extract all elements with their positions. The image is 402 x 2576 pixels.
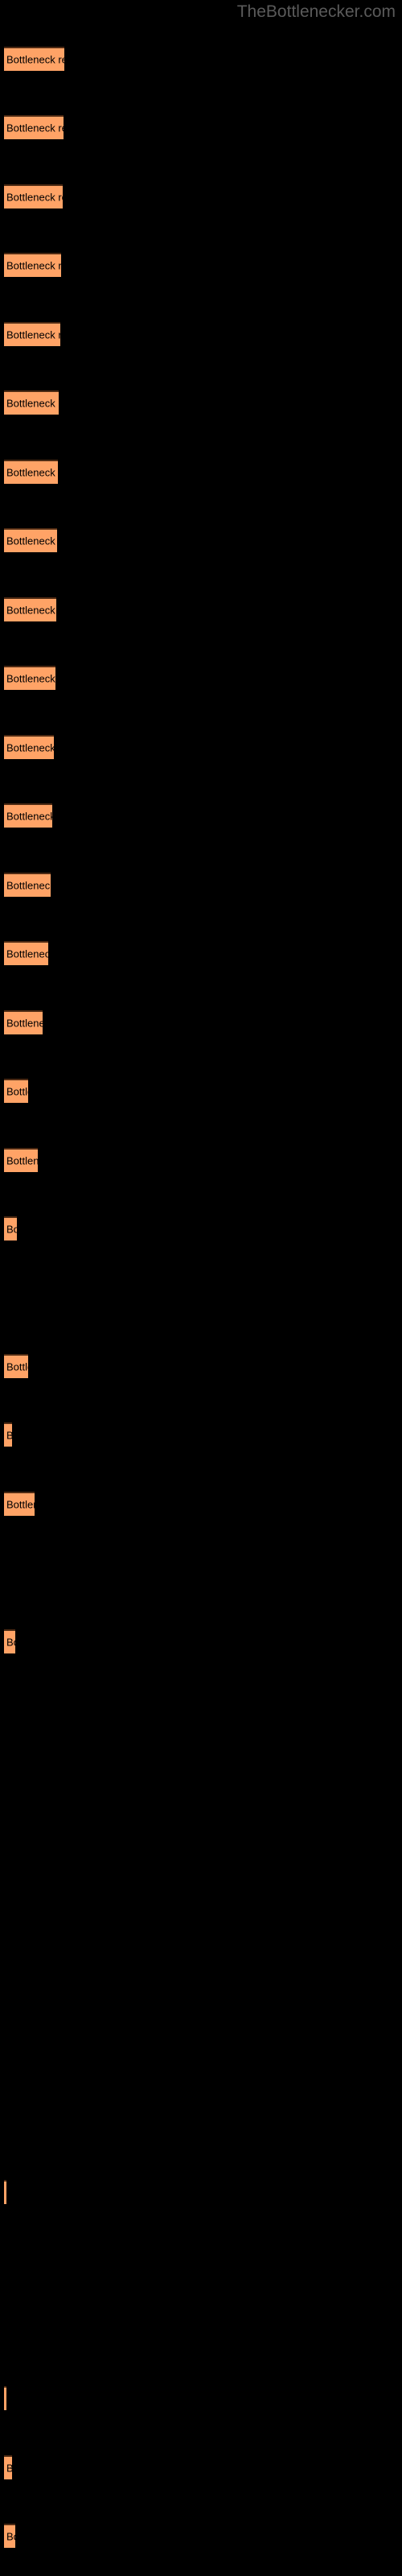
bar: Bottleneck result xyxy=(4,1079,28,1103)
bar-row: Bottleneck result xyxy=(4,1216,17,1241)
bar: Bottleneck result xyxy=(4,1629,15,1653)
bar-label: Bottleneck result xyxy=(6,2530,15,2543)
bar-row: Bottleneck result xyxy=(4,2455,12,2479)
bar: Bottleneck result xyxy=(4,1492,35,1516)
bar: Bottleneck result xyxy=(4,322,60,346)
bar-label: Bottleneck result xyxy=(6,741,54,754)
bar-row: Bottleneck result xyxy=(4,1010,43,1034)
bar: Bottleneck result xyxy=(4,1422,12,1447)
bar-row: Bottleneck result xyxy=(4,1079,28,1103)
bar-row: Bottleneck result xyxy=(4,1492,35,1516)
bar-label: Bottleneck result xyxy=(6,1430,12,1442)
bar: Bottleneck result xyxy=(4,115,64,139)
bar-label: Bottleneck result xyxy=(6,466,58,479)
bar-label: Bottleneck result xyxy=(6,1017,43,1030)
bar: Bottleneck result xyxy=(4,184,63,208)
bar-label: Bottleneck result xyxy=(6,1223,17,1236)
bar-row: Bottleneck result xyxy=(4,322,60,346)
bar: Bottleneck result xyxy=(4,873,51,897)
bar: Bottleneck result xyxy=(4,528,57,552)
bar: Bottleneck result xyxy=(4,597,56,621)
bar-label: Bottleneck result xyxy=(6,2462,12,2475)
bar: Bottleneck result xyxy=(4,460,58,484)
bottleneck-bar-chart: TheBottlenecker.com Bottleneck resultBot… xyxy=(0,0,402,2576)
bar: Bottleneck result xyxy=(4,390,59,415)
bar-row: Bottleneck result xyxy=(4,941,48,965)
bar-label: Bottleneck result xyxy=(6,879,51,892)
bar-label: Bottleneck result xyxy=(6,191,63,204)
bar-label: Bottleneck result xyxy=(6,397,59,410)
bar-label: Bottleneck result xyxy=(6,1360,28,1373)
bar: Bottleneck result xyxy=(4,735,54,759)
bar-label: Bottleneck result xyxy=(6,535,57,547)
bar-row: Bottleneck result xyxy=(4,1422,12,1447)
bar-label: Bottleneck result xyxy=(6,328,60,341)
bar: Bottleneck result xyxy=(4,941,48,965)
bar-row: Bottleneck result xyxy=(4,460,58,484)
bar: Bottleneck result xyxy=(4,803,52,828)
bar: Bottleneck result xyxy=(4,2180,6,2204)
bar-label: Bottleneck result xyxy=(6,947,48,960)
bar: Bottleneck result xyxy=(4,2455,12,2479)
bar: Bottleneck result xyxy=(4,1354,28,1378)
bar: Bottleneck result xyxy=(4,1148,38,1172)
bars-layer: Bottleneck result Bottleneck result Bottle… xyxy=(0,0,402,2576)
bar-label: Bottleneck result xyxy=(6,810,52,823)
bar: Bottleneck result xyxy=(4,2524,15,2548)
bar-row: Bottleneck result xyxy=(4,115,64,139)
bar: Bottleneck result xyxy=(4,253,61,277)
bar-row: Bottleneck result xyxy=(4,1354,28,1378)
bar-row: Bottleneck result xyxy=(4,666,55,690)
bar-row: Bottleneck result xyxy=(4,184,63,208)
bar-label: Bottleneck result xyxy=(6,604,56,617)
bar-label: Bottleneck result xyxy=(6,259,61,272)
bar-row: Bottleneck result xyxy=(4,47,64,71)
bar: Bottleneck result xyxy=(4,47,64,71)
bar: Bottleneck result xyxy=(4,666,55,690)
bar-label: Bottleneck result xyxy=(6,1498,35,1511)
bar-label: Bottleneck result xyxy=(6,122,64,134)
bar: Bottleneck result xyxy=(4,2386,6,2410)
bar-label: Bottleneck result xyxy=(6,53,64,66)
bar: Bottleneck result xyxy=(4,1216,17,1241)
bar-label: Bottleneck result xyxy=(6,1085,28,1098)
bar-label: Bottleneck result xyxy=(6,1154,38,1167)
bar-row: Bottleneck result xyxy=(4,2524,15,2548)
bar-row: Bottleneck result xyxy=(4,873,51,897)
bar-row: Bottleneck result xyxy=(4,803,52,828)
bar-row: Bottleneck result xyxy=(4,735,54,759)
bar-row: Bottleneck result xyxy=(4,597,56,621)
bar-row: Bottleneck result xyxy=(4,1629,15,1653)
bar: Bottleneck result xyxy=(4,1010,43,1034)
bar-row: Bottleneck result xyxy=(4,390,59,415)
bar-row: Bottleneck result xyxy=(4,253,61,277)
bar-row: Bottleneck result xyxy=(4,1148,38,1172)
bar-label: Bottleneck result xyxy=(6,1636,15,1649)
bar-label: Bottleneck result xyxy=(6,672,55,685)
bar-row: Bottleneck result xyxy=(4,2386,6,2410)
bar-row: Bottleneck result xyxy=(4,2180,6,2204)
bar-row: Bottleneck result xyxy=(4,528,57,552)
